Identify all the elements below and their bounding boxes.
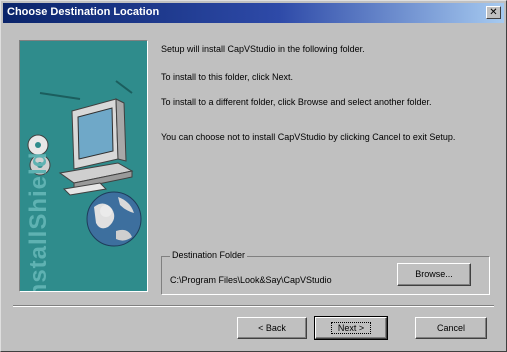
window-title: Choose Destination Location (7, 6, 160, 18)
next-button-label: Next > (330, 322, 372, 334)
setup-dialog: Choose Destination Location ✕ InstallShi… (0, 0, 507, 352)
info-text-1: Setup will install CapVStudio in the fol… (161, 44, 365, 54)
next-button[interactable]: Next > (314, 316, 388, 340)
close-icon: ✕ (489, 7, 498, 18)
installshield-logo-text: InstallShield (25, 151, 52, 292)
info-text-2: To install to this folder, click Next. (161, 72, 294, 82)
browse-button[interactable]: Browse... (397, 263, 471, 286)
info-text-3: To install to a different folder, click … (161, 97, 432, 107)
title-bar[interactable]: Choose Destination Location ✕ (3, 3, 504, 23)
destination-path: C:\Program Files\Look&Say\CapVStudio (170, 275, 332, 285)
cancel-button[interactable]: Cancel (415, 317, 487, 339)
info-text-4: You can choose not to install CapVStudio… (161, 132, 456, 142)
computer-icon (58, 98, 134, 196)
close-button[interactable]: ✕ (486, 6, 501, 19)
installshield-banner: InstallShield (19, 40, 148, 292)
destination-folder-label: Destination Folder (170, 250, 248, 260)
button-separator (13, 305, 494, 307)
back-button[interactable]: < Back (237, 317, 307, 339)
globe-icon (86, 191, 142, 247)
